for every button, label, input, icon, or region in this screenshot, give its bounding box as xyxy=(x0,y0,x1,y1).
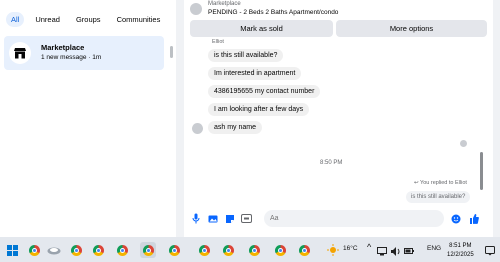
message-bubble: ash my name xyxy=(208,121,263,134)
chrome-icon-active[interactable] xyxy=(140,242,156,258)
chrome-icon[interactable] xyxy=(296,242,312,258)
chrome-logo-icon xyxy=(198,244,210,256)
photo-icon[interactable] xyxy=(207,213,218,224)
chrome-icon[interactable] xyxy=(114,242,130,258)
message-bubble: I am looking after a few days xyxy=(208,103,310,116)
thumbs-up-icon[interactable] xyxy=(468,213,479,224)
chrome-icon[interactable] xyxy=(166,242,182,258)
chrome-icon[interactable] xyxy=(68,242,84,258)
listing-status: PENDING - 2 Beds 2 Baths Apartment/condo xyxy=(208,9,339,16)
chrome-logo-icon xyxy=(168,244,180,256)
volume-icon[interactable] xyxy=(391,243,401,259)
chrome-logo-icon xyxy=(116,244,128,256)
chevron-up-icon[interactable]: ^ xyxy=(367,242,371,252)
chrome-icon[interactable] xyxy=(90,242,106,258)
reply-arrow-icon: ↩ xyxy=(414,180,419,186)
message-input-box xyxy=(264,210,444,227)
chrome-icon[interactable] xyxy=(196,242,212,258)
header-avatar xyxy=(190,3,202,15)
seen-avatar xyxy=(460,140,467,147)
reply-label-text: You replied to Elliot xyxy=(420,180,467,186)
filter-communities[interactable]: Communities xyxy=(112,12,166,27)
message-bubble: Im interested in apartment xyxy=(208,67,302,80)
header-name: Marketplace xyxy=(208,1,241,7)
battery-icon[interactable] xyxy=(404,243,414,259)
message-bubble: 4386195655 my contact number xyxy=(208,85,321,98)
emoji-icon[interactable] xyxy=(450,213,461,224)
chrome-logo-icon xyxy=(92,244,104,256)
chrome-logo-icon xyxy=(142,244,154,256)
sender-name: Elliot xyxy=(212,39,224,45)
clock-time: 8:51 PM xyxy=(449,243,472,249)
sticker-icon[interactable] xyxy=(224,213,235,224)
filter-unread[interactable]: Unread xyxy=(30,12,65,27)
notification-icon[interactable] xyxy=(484,243,496,259)
chrome-icon[interactable] xyxy=(272,242,288,258)
message-input[interactable] xyxy=(264,210,436,227)
system-clock[interactable]: 8:51 PM 12/2/2025 xyxy=(447,242,474,260)
gif-icon[interactable] xyxy=(241,213,252,224)
chrome-logo-icon xyxy=(248,244,260,256)
weather-temperature: 16°C xyxy=(343,245,358,252)
chat-panel: Marketplace PENDING - 2 Beds 2 Baths Apa… xyxy=(184,0,493,237)
chrome-icon[interactable] xyxy=(246,242,262,258)
conversation-subtitle: 1 new message · 1m xyxy=(41,54,102,61)
weather-icon[interactable] xyxy=(325,242,341,258)
chrome-logo-icon xyxy=(274,244,286,256)
chrome-logo-icon xyxy=(28,244,40,256)
list-scrollbar[interactable] xyxy=(170,46,173,58)
filter-groups[interactable]: Groups xyxy=(71,12,106,27)
sender-avatar xyxy=(192,123,203,134)
more-options-button[interactable]: More options xyxy=(336,20,487,37)
conversation-item-marketplace[interactable]: Marketplace 1 new message · 1m xyxy=(4,36,164,70)
message-timestamp: 8:50 PM xyxy=(320,160,343,166)
network-icon[interactable] xyxy=(377,243,387,259)
input-language[interactable]: ENG xyxy=(427,245,441,252)
chrome-logo-icon xyxy=(70,244,82,256)
store-icon xyxy=(9,42,31,64)
chrome-logo-icon xyxy=(298,244,310,256)
windows-taskbar: 16°C ^ ENG 8:51 PM 12/2/2025 xyxy=(0,237,500,262)
clock-date: 12/2/2025 xyxy=(447,252,474,258)
windows-start-icon[interactable] xyxy=(4,242,20,258)
mark-as-sold-button[interactable]: Mark as sold xyxy=(190,20,333,37)
chrome-logo-icon xyxy=(222,244,234,256)
chat-scrollbar[interactable] xyxy=(480,152,483,190)
conversation-list-panel: All Unread Groups Communities Marketplac… xyxy=(0,0,176,237)
conversation-title: Marketplace xyxy=(41,43,85,52)
quoted-message: is this still available? xyxy=(406,191,471,203)
chrome-icon[interactable] xyxy=(26,242,42,258)
chrome-icon[interactable] xyxy=(220,242,236,258)
filter-tabs: All Unread Groups Communities xyxy=(6,12,165,27)
message-bubble: is this still available? xyxy=(208,49,284,62)
microphone-icon[interactable] xyxy=(190,213,201,224)
filter-all[interactable]: All xyxy=(6,12,25,27)
cloud-app-icon[interactable] xyxy=(46,242,62,258)
reply-label: ↩ You replied to Elliot xyxy=(414,180,467,186)
